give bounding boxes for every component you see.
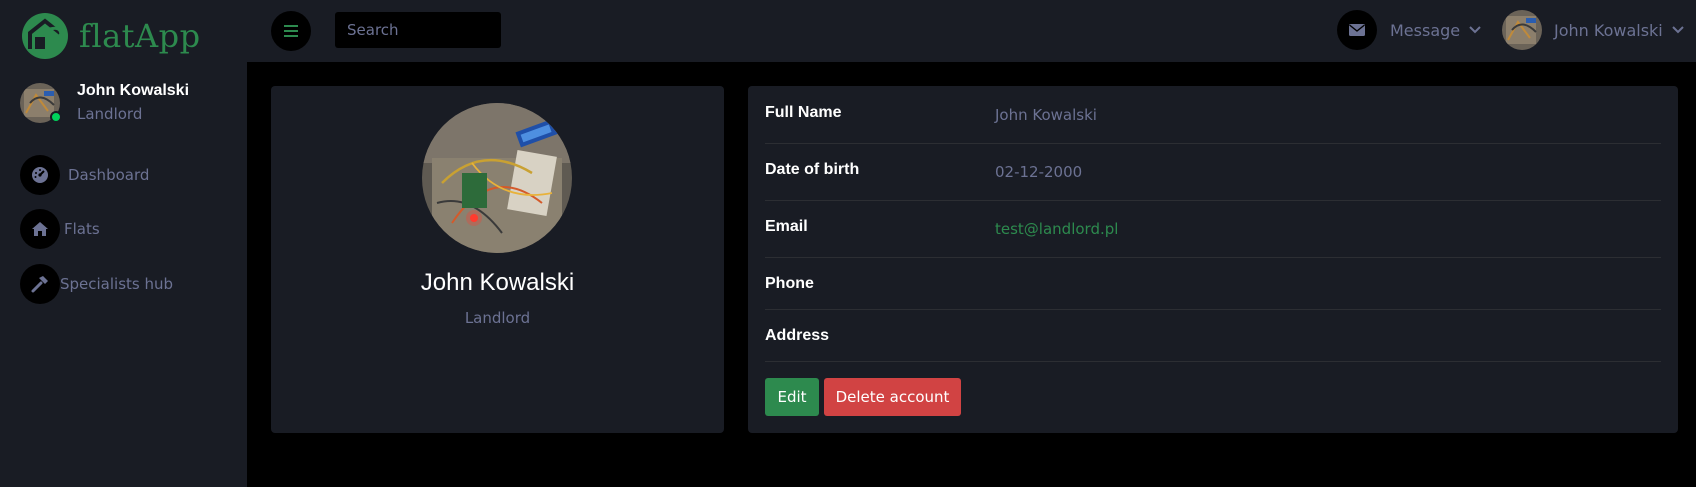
- home-icon: [20, 209, 60, 249]
- sidebar-item-specialists-hub[interactable]: Specialists hub: [20, 264, 173, 304]
- detail-row-full-name: Full Name John Kowalski: [765, 100, 1661, 126]
- sidebar-item-flats[interactable]: Flats: [20, 209, 100, 249]
- user-dropdown[interactable]: John Kowalski: [1502, 10, 1684, 50]
- detail-label: Date of birth: [765, 161, 860, 178]
- divider: [765, 200, 1661, 201]
- profile-card: John Kowalski Landlord: [271, 86, 724, 433]
- divider: [765, 309, 1661, 310]
- flatapp-logo-icon: [22, 13, 68, 59]
- detail-row-date-of-birth: Date of birth 02-12-2000: [765, 157, 1661, 183]
- divider: [765, 143, 1661, 144]
- hamburger-icon: [284, 25, 298, 37]
- profile-card-role: Landlord: [464, 309, 531, 327]
- sidebar-profile[interactable]: John Kowalski Landlord: [20, 81, 189, 125]
- message-dropdown[interactable]: Message: [1337, 10, 1481, 50]
- edit-button[interactable]: Edit: [765, 378, 819, 416]
- sidebar-avatar: [20, 83, 62, 123]
- detail-label: Phone: [765, 275, 814, 292]
- sidebar-item-label: Specialists hub: [60, 275, 174, 293]
- sidebar-item-label: Dashboard: [68, 166, 150, 184]
- detail-value: John Kowalski: [995, 106, 1097, 124]
- avatar: [1502, 10, 1542, 50]
- email-link[interactable]: test@landlord.pl: [995, 220, 1118, 238]
- online-status-dot: [50, 111, 62, 123]
- hammer-icon: [20, 264, 60, 304]
- search-input[interactable]: [335, 12, 501, 48]
- profile-photo: [422, 103, 572, 253]
- speedometer-icon: [20, 155, 60, 195]
- menu-toggle-button[interactable]: [271, 11, 311, 51]
- delete-account-button[interactable]: Delete account: [824, 378, 961, 416]
- details-card: Full Name John Kowalski Date of birth 02…: [748, 86, 1678, 433]
- detail-label: Address: [765, 327, 830, 344]
- profile-card-name: John Kowalski: [420, 269, 575, 296]
- topbar: Message John Kowalski: [247, 0, 1696, 62]
- detail-label: Email: [765, 218, 808, 235]
- envelope-icon: [1337, 10, 1377, 50]
- chevron-down-icon: [1469, 26, 1481, 34]
- detail-row-phone: Phone: [765, 271, 1661, 297]
- detail-row-address: Address: [765, 323, 1661, 349]
- divider: [765, 257, 1661, 258]
- detail-row-email: Email test@landlord.pl: [765, 214, 1661, 240]
- message-label: Message: [1390, 20, 1461, 40]
- detail-value: 02-12-2000: [995, 163, 1083, 181]
- brand-name: flatApp: [79, 17, 201, 55]
- sidebar-profile-role: Landlord: [77, 105, 143, 123]
- sidebar-item-label: Flats: [64, 220, 100, 238]
- sidebar: flatApp John Kowalski Landlord Dashboard: [0, 0, 247, 487]
- user-name: John Kowalski: [1554, 20, 1663, 40]
- chevron-down-icon: [1672, 26, 1684, 34]
- sidebar-item-dashboard[interactable]: Dashboard: [20, 155, 149, 195]
- brand[interactable]: flatApp: [20, 11, 201, 61]
- divider: [765, 361, 1661, 362]
- sidebar-profile-name: John Kowalski: [77, 82, 190, 99]
- detail-label: Full Name: [765, 104, 842, 121]
